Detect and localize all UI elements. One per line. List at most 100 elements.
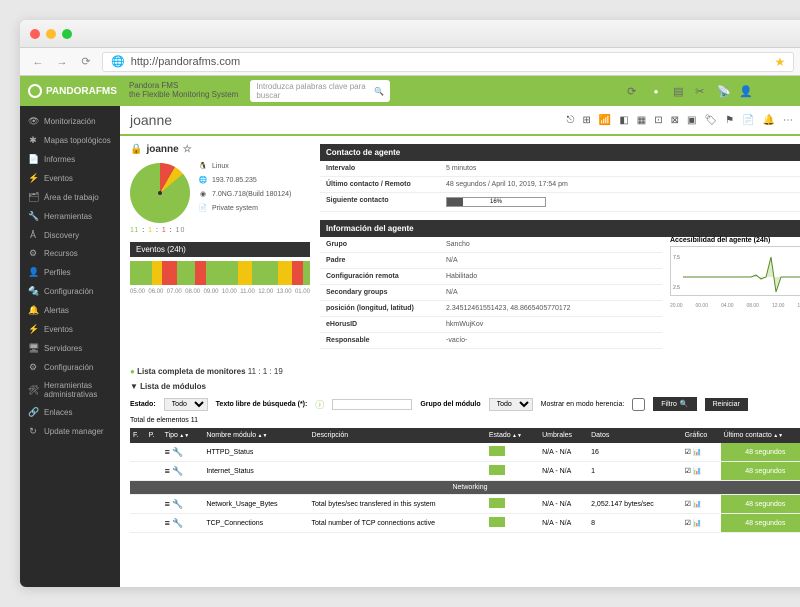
filter-button[interactable]: Filtro 🔍	[653, 397, 696, 411]
estado-select[interactable]: Todo	[164, 398, 208, 411]
sidebar-item-7[interactable]: ⚙Recursos	[20, 244, 120, 263]
lock-icon: 🔒	[130, 144, 142, 155]
slogan: Pandora FMS the Flexible Monitoring Syst…	[129, 82, 238, 100]
sidebar-item-12[interactable]: 🖥Servidores	[20, 339, 120, 358]
search-input[interactable]: Introduzca palabras clave para buscar 🔍	[250, 80, 390, 102]
reset-button[interactable]: Reiniciar	[705, 398, 748, 411]
table-row[interactable]: ≡ 🔧HTTPD_StatusN/A - N/A16☑ 📊48 segundos	[130, 443, 800, 462]
tools-icon[interactable]: ✂	[695, 85, 707, 97]
list-head[interactable]: ▼ Lista de módulos	[130, 382, 800, 391]
url-bar[interactable]: 🌐 http://pandorafms.com ★	[102, 52, 794, 72]
side-icon: 🔩	[28, 286, 38, 297]
hdr-icon-tag[interactable]: 🏷	[704, 115, 717, 126]
side-label: Eventos	[44, 174, 73, 183]
events24-chart	[130, 261, 310, 285]
group-select[interactable]: Todo	[489, 398, 533, 411]
side-icon: 👁	[28, 116, 38, 127]
logo-icon	[28, 84, 42, 98]
sidebar-item-4[interactable]: 🗂Área de trabajo	[20, 188, 120, 207]
sidebar-item-1[interactable]: ✱ Mapas topológicos	[20, 131, 120, 150]
hdr-icon-wifi[interactable]: 📶	[599, 115, 611, 126]
col-tipo[interactable]: Tipo	[162, 428, 204, 443]
hdr-icon-2[interactable]: ⊞	[582, 115, 590, 126]
hdr-icon-5[interactable]: ⊡	[654, 115, 662, 126]
db-icon[interactable]: ▤	[673, 85, 685, 97]
side-label: Herramientas	[44, 212, 92, 221]
access-svg: 7.5 2.5	[670, 246, 800, 296]
modules-section: ● Lista completa de monitores 11 : 1 : 1…	[120, 367, 800, 543]
sidebar-item-5[interactable]: 🔧 Herramientas	[20, 207, 120, 226]
hdr-icon-3[interactable]: ◧	[619, 115, 628, 126]
user-icon[interactable]: 👤	[739, 85, 751, 97]
agentinfo-row-5: eHorusIDhkmWujKov	[320, 317, 662, 333]
sidebar-item-6[interactable]: ÅDiscovery	[20, 226, 120, 244]
side-icon: 🔔	[28, 305, 38, 316]
side-label: Informes	[44, 155, 75, 164]
hdr-icon-4[interactable]: ▦	[637, 115, 646, 126]
col-nombre[interactable]: Nombre módulo	[203, 428, 308, 443]
linux-icon: 🐧	[198, 162, 208, 170]
minimize-dot[interactable]	[46, 29, 56, 39]
access-chart: Accesibilidad del agente (24h) 7.5 2.5 2…	[670, 237, 800, 349]
hdr-icon-7[interactable]: ▣	[687, 115, 696, 126]
forward-button[interactable]: →	[54, 56, 70, 68]
side-label: Mapas topológicos	[44, 136, 111, 145]
svg-text:2.5: 2.5	[673, 285, 680, 291]
agentinfo-row-1: PadreN/A	[320, 253, 662, 269]
sidebar-item-13[interactable]: ⚙Configuración	[20, 358, 120, 377]
sidebar-item-0[interactable]: 👁 Monitorización	[20, 112, 120, 131]
hdr-icon-6[interactable]: ⊠	[671, 115, 679, 126]
sidebar-item-3[interactable]: ⚡ Eventos	[20, 169, 120, 188]
search-label: Texto libre de búsqueda (*):	[216, 401, 308, 408]
inherit-label: Mostrar en modo herencia:	[541, 401, 625, 408]
side-icon: 📄	[28, 154, 38, 165]
agent-info-box: 🐧Linux 🌐193.70.85.235 ◉7.0NG.718(Build 1…	[198, 159, 291, 234]
side-icon: 🔧	[28, 211, 38, 222]
net-icon[interactable]: 📡	[717, 85, 729, 97]
user-link[interactable]: (jsirena)	[761, 87, 790, 96]
search-text-input[interactable]	[332, 399, 412, 410]
hdr-icon-bell[interactable]: 🔔	[763, 115, 775, 126]
side-label: Monitorización	[44, 117, 96, 126]
sidebar-item-9[interactable]: 🔩 Configuración	[20, 282, 120, 301]
info-icon[interactable]: ⓘ	[315, 398, 324, 411]
hdr-icon-1[interactable]: ⎋	[567, 115, 575, 126]
agentinfo-row-2: Configuración remotaHabilitado	[320, 269, 662, 285]
status-icon[interactable]: ●	[649, 84, 663, 98]
inherit-checkbox[interactable]	[632, 398, 645, 411]
logo[interactable]: PANDORAFMS	[28, 84, 117, 98]
col-estado[interactable]: Estado	[486, 428, 539, 443]
col-contacto[interactable]: Último contacto	[721, 428, 800, 443]
table-row[interactable]: ≡ 🔧TCP_ConnectionsTotal number of TCP co…	[130, 514, 800, 533]
side-icon: ⚙	[28, 248, 38, 259]
sidebar-item-15[interactable]: 🔗Enlaces	[20, 403, 120, 422]
search-icon: 🔍	[374, 87, 384, 96]
bookmark-icon[interactable]: ★	[775, 55, 786, 69]
hdr-icon-flag[interactable]: ⚑	[725, 115, 734, 126]
sidebar-item-14[interactable]: 🛠Herramientas administrativas	[20, 377, 120, 403]
close-dot[interactable]	[30, 29, 40, 39]
browser-titlebar	[20, 20, 800, 48]
side-label: Configuración	[44, 287, 93, 296]
top-icons: ⟳ ● ▤ ✂ 📡 👤 (jsirena) ⎋	[627, 84, 800, 98]
side-icon: ⚡	[28, 173, 38, 184]
side-icon: 🛠	[28, 385, 38, 396]
table-row[interactable]: ≡ 🔧Internet_StatusN/A - N/A1☑ 📊48 segund…	[130, 462, 800, 481]
side-label: Update manager	[44, 427, 104, 436]
sidebar-item-2[interactable]: 📄 Informes	[20, 150, 120, 169]
sidebar-item-11[interactable]: ⚡Eventos	[20, 320, 120, 339]
sidebar-item-16[interactable]: ↻Update manager	[20, 422, 120, 441]
maximize-dot[interactable]	[62, 29, 72, 39]
sidebar-item-8[interactable]: 👤Perfiles	[20, 263, 120, 282]
refresh-icon[interactable]: ⟳	[627, 85, 639, 97]
agent-info-block: GrupoSanchoPadreN/AConfiguración remotaH…	[320, 237, 800, 349]
reload-button[interactable]: ⟳	[78, 55, 94, 68]
sidebar-item-10[interactable]: 🔔Alertas	[20, 301, 120, 320]
side-icon: ✱	[28, 135, 38, 146]
star-icon[interactable]: ☆	[183, 144, 192, 155]
body-wrap: 👁 Monitorización ✱ Mapas topológicos 📄 Inform…	[20, 106, 800, 587]
hdr-icon-more[interactable]: ⋯	[783, 115, 793, 126]
hdr-icon-doc[interactable]: 📄	[742, 115, 754, 126]
back-button[interactable]: ←	[30, 56, 46, 68]
table-row[interactable]: ≡ 🔧Network_Usage_BytesTotal bytes/sec tr…	[130, 495, 800, 514]
